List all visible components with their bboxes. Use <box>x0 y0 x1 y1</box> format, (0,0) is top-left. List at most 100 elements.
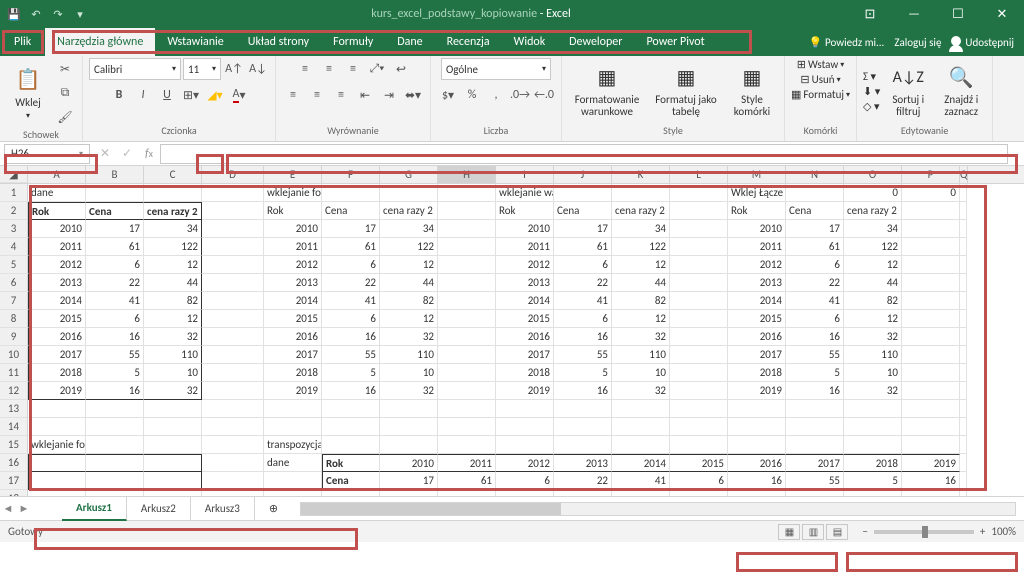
cell[interactable] <box>264 490 322 496</box>
cell[interactable] <box>902 400 960 418</box>
cell[interactable]: 61 <box>438 472 496 490</box>
cell[interactable]: 55 <box>86 346 144 364</box>
cell[interactable]: 16 <box>728 472 786 490</box>
cell[interactable]: 2014 <box>28 292 86 310</box>
bold-button[interactable]: B <box>108 84 130 106</box>
cell[interactable]: 122 <box>380 238 438 256</box>
cell[interactable]: 44 <box>612 274 670 292</box>
row-header[interactable]: 7 <box>0 292 28 310</box>
cell[interactable] <box>670 310 728 328</box>
cell[interactable]: 12 <box>844 310 902 328</box>
sheet-tab-3[interactable]: Arkusz3 <box>191 497 255 521</box>
col-header-B[interactable]: B <box>86 166 144 183</box>
cell[interactable] <box>438 184 496 202</box>
cell[interactable]: 2018 <box>728 364 786 382</box>
cell[interactable] <box>612 184 670 202</box>
cell[interactable]: 41 <box>554 292 612 310</box>
underline-button[interactable]: U <box>156 84 178 106</box>
cell[interactable] <box>844 490 902 496</box>
cell[interactable] <box>202 490 264 496</box>
tab-review[interactable]: Recenzja <box>435 28 502 56</box>
sheet-nav-prev-icon[interactable]: ◄ <box>0 502 16 515</box>
cell[interactable]: 10 <box>380 364 438 382</box>
cell[interactable] <box>902 346 960 364</box>
cell[interactable]: 2016 <box>28 328 86 346</box>
row-header[interactable]: 3 <box>0 220 28 238</box>
cell[interactable]: 55 <box>786 346 844 364</box>
cell[interactable] <box>960 400 967 418</box>
cell[interactable] <box>144 490 202 496</box>
sheet-tab-2[interactable]: Arkusz2 <box>127 497 191 521</box>
cell[interactable] <box>322 184 380 202</box>
tell-me[interactable]: 💡 Powiedz mi... <box>809 36 885 49</box>
cell[interactable] <box>438 400 496 418</box>
fx-icon[interactable]: fx <box>138 144 160 164</box>
cell[interactable] <box>28 418 86 436</box>
cell[interactable]: 2015 <box>670 454 728 472</box>
cell[interactable]: 22 <box>322 274 380 292</box>
cell[interactable]: 2014 <box>612 454 670 472</box>
cell[interactable] <box>438 220 496 238</box>
cell[interactable] <box>670 292 728 310</box>
orientation-icon[interactable]: ⤢▾ <box>366 58 388 80</box>
cell[interactable] <box>902 292 960 310</box>
cell[interactable]: 32 <box>612 382 670 400</box>
col-header-G[interactable]: G <box>380 166 438 183</box>
share-button[interactable]: Udostępnij <box>951 36 1014 49</box>
cell[interactable] <box>728 436 786 454</box>
cell[interactable] <box>380 436 438 454</box>
cell[interactable] <box>264 418 322 436</box>
cell[interactable] <box>786 184 844 202</box>
cell[interactable]: wklejanie wartości <box>496 184 554 202</box>
cell[interactable]: 16 <box>786 382 844 400</box>
cell[interactable] <box>144 400 202 418</box>
cell[interactable]: 2014 <box>728 292 786 310</box>
col-header-E[interactable]: E <box>264 166 322 183</box>
cell[interactable]: 110 <box>144 346 202 364</box>
cell[interactable] <box>960 472 967 490</box>
cell[interactable]: 2013 <box>264 274 322 292</box>
cell[interactable]: 2011 <box>264 238 322 256</box>
cell[interactable] <box>438 292 496 310</box>
cell[interactable]: Cena <box>86 202 144 220</box>
cell[interactable]: 44 <box>844 274 902 292</box>
cell[interactable]: 17 <box>786 220 844 238</box>
cell[interactable]: 12 <box>144 310 202 328</box>
cell[interactable] <box>496 418 554 436</box>
cell[interactable] <box>960 364 967 382</box>
cell[interactable] <box>786 400 844 418</box>
decrease-font-icon[interactable]: A↓ <box>247 58 269 80</box>
cell[interactable]: 44 <box>144 274 202 292</box>
increase-decimal-icon[interactable]: .0→ <box>509 84 531 106</box>
cell[interactable]: 122 <box>144 238 202 256</box>
cell[interactable]: wklejanie formatów <box>28 436 86 454</box>
cell[interactable]: 34 <box>144 220 202 238</box>
cell[interactable]: 2018 <box>28 364 86 382</box>
cell[interactable]: 2010 <box>28 220 86 238</box>
cell[interactable]: Rok <box>728 202 786 220</box>
cell[interactable]: 32 <box>380 328 438 346</box>
cell[interactable] <box>612 400 670 418</box>
cut-icon[interactable]: ✂ <box>54 58 76 80</box>
cell[interactable] <box>496 490 554 496</box>
cell[interactable]: 5 <box>786 364 844 382</box>
cell[interactable]: 2016 <box>496 328 554 346</box>
format-as-table-button[interactable]: ▦Formatuj jako tabelę <box>650 59 722 123</box>
zoom-out-button[interactable]: − <box>862 525 867 538</box>
cell[interactable] <box>902 328 960 346</box>
zoom-slider[interactable] <box>874 530 974 534</box>
cell[interactable]: 16 <box>86 328 144 346</box>
cell[interactable] <box>670 220 728 238</box>
cell[interactable]: 2011 <box>438 454 496 472</box>
cell[interactable] <box>28 490 86 496</box>
cell[interactable] <box>202 328 264 346</box>
cell[interactable]: Rok <box>322 454 380 472</box>
cell[interactable]: 34 <box>380 220 438 238</box>
merge-center-icon[interactable]: ⬌▾ <box>402 84 424 106</box>
cell[interactable]: 16 <box>86 382 144 400</box>
italic-button[interactable]: I <box>132 84 154 106</box>
cell[interactable]: 22 <box>554 472 612 490</box>
cell[interactable] <box>786 436 844 454</box>
cell[interactable] <box>202 472 264 490</box>
cell[interactable] <box>144 454 202 472</box>
